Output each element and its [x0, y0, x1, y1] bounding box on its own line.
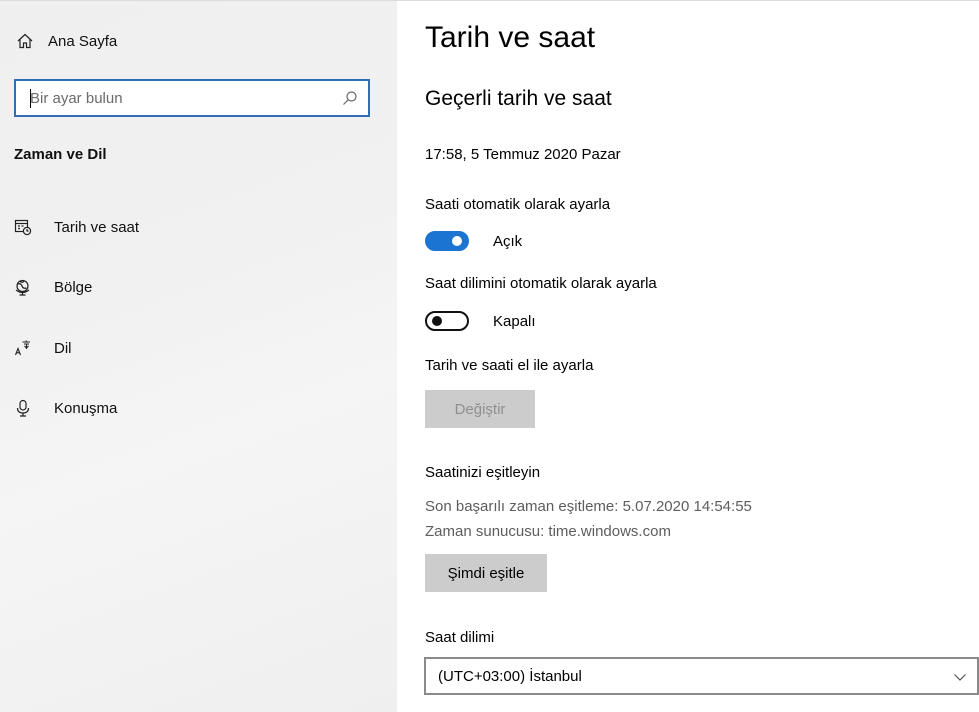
sidebar-item-label: Bölge [54, 278, 93, 296]
page-title: Tarih ve saat [425, 21, 596, 54]
home-label: Ana Sayfa [48, 32, 118, 50]
language-icon [14, 339, 32, 357]
home-icon [16, 32, 34, 50]
sync-now-button[interactable]: Şimdi eşitle [425, 554, 547, 592]
chevron-down-icon [953, 670, 967, 684]
toggle-switch-on[interactable] [425, 231, 469, 251]
sidebar-item-label: Dil [54, 339, 72, 357]
timezone-select[interactable]: (UTC+03:00) İstanbul [424, 657, 979, 695]
auto-time-toggle[interactable]: Açık [425, 230, 522, 252]
sidebar-item-label: Tarih ve saat [54, 218, 140, 236]
search-icon[interactable] [342, 90, 358, 106]
auto-timezone-state: Kapalı [493, 312, 536, 330]
globe-region-icon [14, 278, 32, 296]
time-server-text: Zaman sunucusu: time.windows.com [425, 523, 671, 540]
auto-time-label: Saati otomatik olarak ayarla [425, 196, 611, 213]
sidebar-item-region[interactable]: Bölge [14, 275, 92, 299]
auto-timezone-label: Saat dilimini otomatik olarak ayarla [425, 275, 657, 292]
sidebar-item-language[interactable]: Dil [14, 336, 72, 360]
change-button[interactable]: Değiştir [425, 390, 535, 428]
search-input[interactable] [16, 88, 332, 108]
last-sync-text: Son başarılı zaman eşitleme: 5.07.2020 1… [425, 498, 752, 515]
sidebar-item-date-time[interactable]: Tarih ve saat [14, 215, 139, 239]
manual-set-label: Tarih ve saati el ile ayarla [425, 357, 594, 374]
calendar-clock-icon [14, 218, 32, 236]
toggle-switch-off[interactable] [425, 311, 469, 331]
auto-timezone-toggle[interactable]: Kapalı [425, 310, 536, 332]
timezone-selected-value: (UTC+03:00) İstanbul [438, 667, 582, 685]
timezone-label: Saat dilimi [425, 629, 495, 646]
sync-heading: Saatinizi eşitleyin [425, 464, 541, 481]
current-datetime-heading: Geçerli tarih ve saat [425, 87, 612, 110]
current-datetime-value: 17:58, 5 Temmuz 2020 Pazar [425, 146, 621, 163]
microphone-icon [14, 399, 32, 417]
text-caret [30, 89, 31, 108]
auto-time-state: Açık [493, 232, 523, 250]
search-box[interactable] [14, 79, 370, 117]
sidebar-item-speech[interactable]: Konuşma [14, 396, 117, 420]
main-panel: Tarih ve saat Geçerli tarih ve saat 17:5… [397, 0, 979, 712]
sidebar: Ana Sayfa Zaman ve Dil Tarih ve saat [0, 0, 397, 712]
sidebar-item-label: Konuşma [54, 399, 118, 417]
sidebar-section-title: Zaman ve Dil [14, 146, 107, 163]
home-link[interactable]: Ana Sayfa [16, 29, 117, 53]
